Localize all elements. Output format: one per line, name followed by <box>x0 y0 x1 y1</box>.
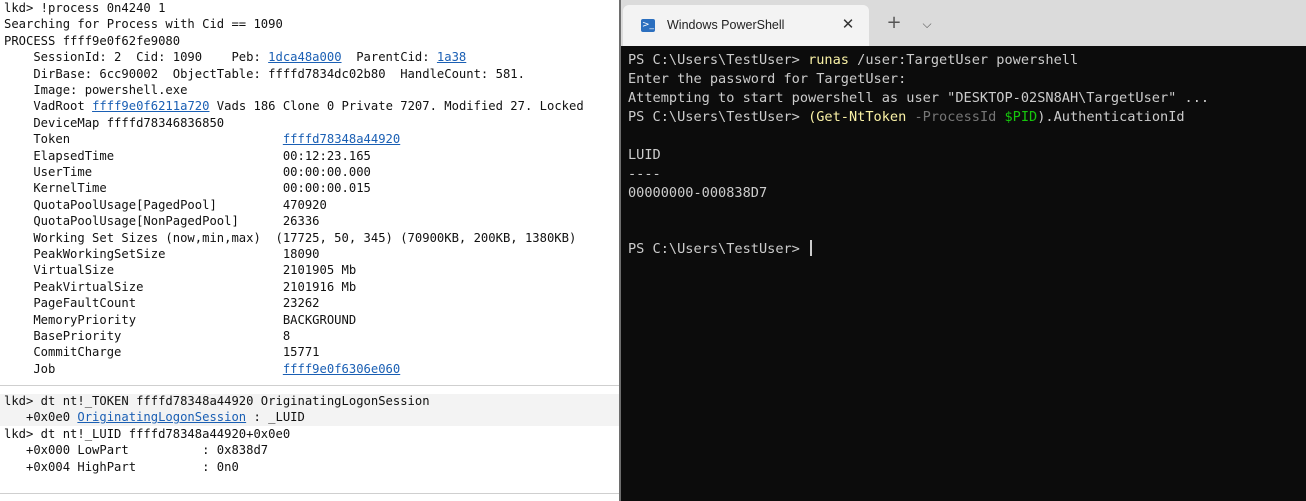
debug-line: lkd> !process 0n4240 1 <box>4 1 166 15</box>
debug-line: KernelTime 00:00:00.015 <box>4 181 371 196</box>
tab-dropdown-button[interactable]: ⌵ <box>917 14 937 34</box>
terminal-line: Enter the password for TargetUser: <box>628 71 907 87</box>
property-text: ).AuthenticationId <box>1037 109 1185 125</box>
output-header: LUID <box>628 147 661 163</box>
debug-line: VirtualSize 2101905 Mb <box>4 263 357 278</box>
window-divider <box>619 0 621 501</box>
debug-line: QuotaPoolUsage[PagedPool] 470920 <box>4 197 327 212</box>
debug-line: Searching for Process with Cid == 1090 <box>4 17 283 32</box>
label: : _LUID <box>246 410 305 425</box>
label: VadRoot <box>4 99 93 114</box>
output-separator <box>0 385 619 386</box>
terminal-line: PS C:\Users\TestUser> runas /user:Target… <box>628 51 1078 70</box>
powershell-icon: >_ <box>641 19 655 32</box>
powershell-window: >_ Windows PowerShell ✕ + ⌵ PS C:\Users\… <box>619 0 1306 501</box>
debug-line: Working Set Sizes (now,min,max) (17725, … <box>4 230 577 245</box>
variable-text: $PID <box>1004 109 1038 125</box>
output-value: 00000000-000838D7 <box>628 185 768 201</box>
terminal-line: Attempting to start powershell as user "… <box>628 90 1210 106</box>
terminal-line: PS C:\Users\TestUser> (Get-NtToken -Proc… <box>628 108 1185 127</box>
prompt: PS C:\Users\TestUser> <box>628 109 809 125</box>
debug-line: PROCESS ffff9e0f62fe9080 <box>4 33 181 48</box>
parent-cid-link[interactable]: 1a38 <box>437 50 466 64</box>
debug-line: UserTime 00:00:00.000 <box>4 165 371 179</box>
debug-line: MemoryPriority BACKGROUND <box>4 312 357 327</box>
label: Job <box>4 361 283 376</box>
debug-line: +0x004 HighPart : 0n0 <box>4 459 239 474</box>
debug-line: DeviceMap ffffd78346836850 <box>4 115 225 130</box>
debug-line: SessionId: 2 Cid: 1090 Peb: 1dca48a000 P… <box>4 49 466 65</box>
prompt: PS C:\Users\TestUser> <box>628 52 809 68</box>
debug-line: Image: powershell.exe <box>4 83 188 97</box>
job-link[interactable]: ffff9e0f6306e060 <box>283 362 400 376</box>
debug-line: PageFaultCount 23262 <box>4 296 320 311</box>
debug-line: +0x000 LowPart : 0x838d7 <box>4 443 269 458</box>
debug-line: Token ffffd78348a44920 <box>4 131 400 147</box>
close-tab-button[interactable]: ✕ <box>837 13 859 35</box>
debug-line: DirBase: 6cc90002 ObjectTable: ffffd7834… <box>4 66 525 81</box>
debug-line: PeakWorkingSetSize 18090 <box>4 247 320 261</box>
vadroot-link[interactable]: ffff9e0f6211a720 <box>92 99 209 113</box>
debug-line: VadRoot ffff9e0f6211a720 Vads 186 Clone … <box>4 98 584 114</box>
debug-line: +0x0e0 OriginatingLogonSession : _LUID <box>4 409 305 425</box>
new-tab-button[interactable]: + <box>883 12 905 34</box>
parameter-text: -ProcessId <box>914 109 997 125</box>
label: ParentCid: <box>341 50 437 65</box>
debugger-output-pane: lkd> !process 0n4240 1 Searching for Pro… <box>0 0 619 501</box>
debug-line: QuotaPoolUsage[NonPagedPool] 26336 <box>4 214 320 229</box>
debug-line: BasePriority 8 <box>4 329 291 343</box>
terminal-line: PS C:\Users\TestUser> <box>628 240 813 259</box>
originating-logon-session-link[interactable]: OriginatingLogonSession <box>77 410 246 424</box>
label: SessionId: 2 Cid: 1090 Peb: <box>4 50 269 65</box>
output-separator <box>0 493 619 494</box>
debug-line: Job ffff9e0f6306e060 <box>4 361 400 377</box>
debug-line: ElapsedTime 00:12:23.165 <box>4 148 371 163</box>
command-text: runas <box>808 52 849 68</box>
label: +0x0e0 <box>4 410 78 425</box>
debug-line: CommitCharge 15771 <box>4 345 320 360</box>
debug-line: lkd> dt nt!_TOKEN ffffd78348a44920 Origi… <box>4 394 430 408</box>
label: Vads 186 Clone 0 Private 7207. Modified … <box>209 99 584 114</box>
debug-line: lkd> dt nt!_LUID ffffd78348a44920+0x0e0 <box>4 426 291 441</box>
token-link[interactable]: ffffd78348a44920 <box>283 132 400 146</box>
debug-line: PeakVirtualSize 2101916 Mb <box>4 279 357 294</box>
label: Token <box>4 132 283 147</box>
peb-link[interactable]: 1dca48a000 <box>268 50 341 64</box>
tab-bar: >_ Windows PowerShell ✕ + ⌵ <box>621 0 1306 46</box>
output-underline: ---- <box>628 166 661 182</box>
terminal-screen[interactable]: PS C:\Users\TestUser> runas /user:Target… <box>628 51 1298 491</box>
tab-windows-powershell[interactable]: >_ Windows PowerShell ✕ <box>623 5 869 46</box>
argument-text: /user:TargetUser powershell <box>848 52 1079 68</box>
command-text: Get-NtToken <box>816 109 907 125</box>
text-cursor <box>810 240 813 256</box>
prompt: PS C:\Users\TestUser> <box>628 241 809 257</box>
tab-title: Windows PowerShell <box>667 18 785 32</box>
